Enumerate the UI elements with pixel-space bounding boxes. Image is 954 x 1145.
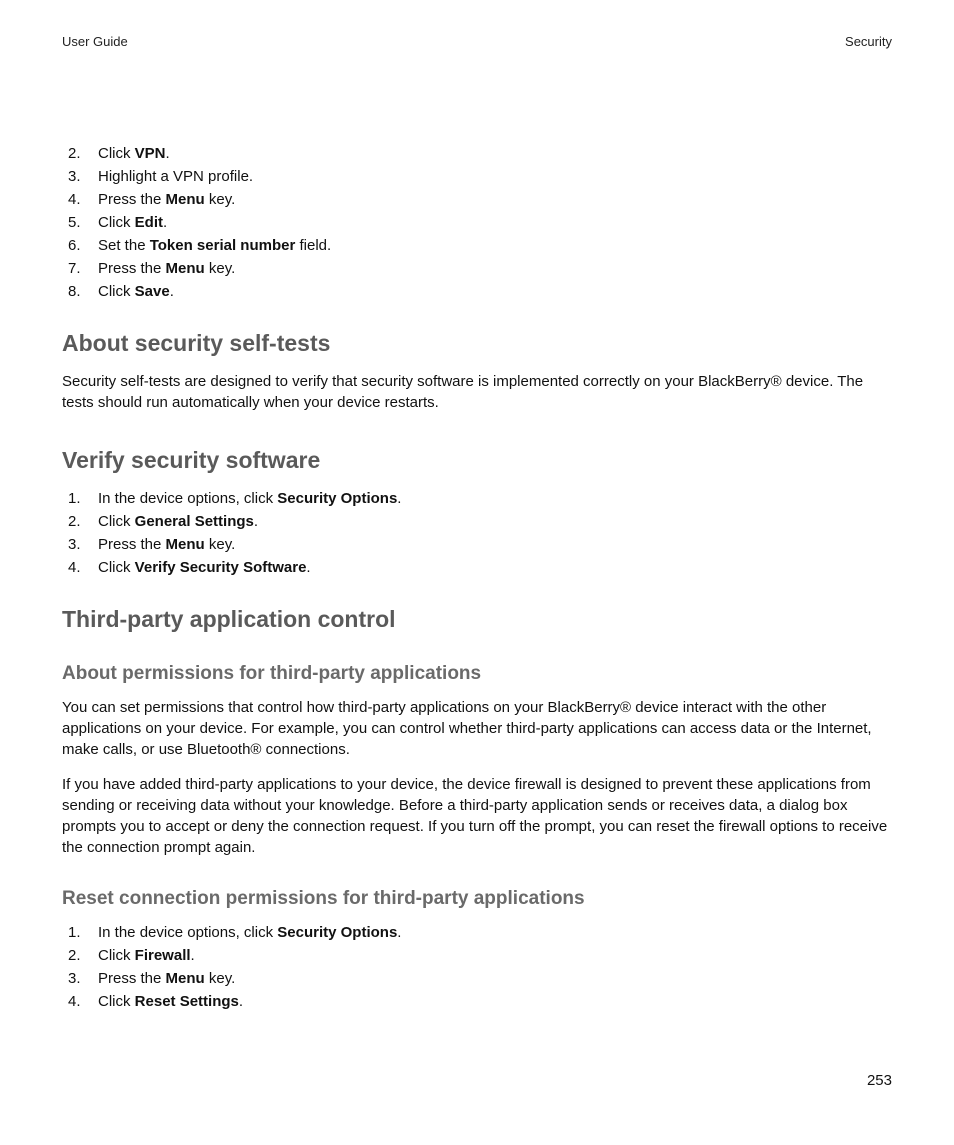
step-number: 2. [62,511,98,532]
list-item: 4.Press the Menu key. [62,189,892,210]
header-left: User Guide [62,34,128,49]
steps-top-list: 2.Click VPN.3.Highlight a VPN profile.4.… [62,143,892,302]
step-bold-term: Security Options [277,924,397,941]
page-number: 253 [867,1072,892,1089]
list-item: 3.Press the Menu key. [62,968,892,989]
step-number: 1. [62,922,98,943]
paragraph-about-permissions-1: You can set permissions that control how… [62,697,892,760]
step-number: 3. [62,534,98,555]
step-number: 3. [62,166,98,187]
step-text: Click Save. [98,281,892,302]
list-item: 3.Press the Menu key. [62,534,892,555]
step-number: 3. [62,968,98,989]
step-number: 6. [62,235,98,256]
step-text: Click General Settings. [98,511,892,532]
step-bold-term: General Settings [135,513,254,530]
step-text: Press the Menu key. [98,968,892,989]
page-header: User Guide Security [62,34,892,49]
list-item: 4.Click Verify Security Software. [62,557,892,578]
steps-verify-list: 1.In the device options, click Security … [62,488,892,578]
step-text: Press the Menu key. [98,189,892,210]
step-bold-term: Save [135,283,170,300]
list-item: 5.Click Edit. [62,212,892,233]
paragraph-about-permissions-2: If you have added third-party applicatio… [62,774,892,858]
step-number: 4. [62,557,98,578]
paragraph-about-security-self-tests: Security self-tests are designed to veri… [62,371,892,413]
list-item: 3.Highlight a VPN profile. [62,166,892,187]
heading-about-permissions: About permissions for third-party applic… [62,663,892,685]
step-bold-term: VPN [135,145,166,162]
step-text: Click VPN. [98,143,892,164]
list-item: 2.Click VPN. [62,143,892,164]
step-text: Click Firewall. [98,945,892,966]
heading-about-security-self-tests: About security self-tests [62,330,892,357]
step-number: 2. [62,945,98,966]
step-number: 7. [62,258,98,279]
step-number: 4. [62,189,98,210]
list-item: 4.Click Reset Settings. [62,991,892,1012]
step-text: Press the Menu key. [98,534,892,555]
page: User Guide Security 2.Click VPN.3.Highli… [0,0,954,1145]
step-text: Click Verify Security Software. [98,557,892,578]
list-item: 2.Click General Settings. [62,511,892,532]
list-item: 6.Set the Token serial number field. [62,235,892,256]
step-text: Click Edit. [98,212,892,233]
step-bold-term: Menu [166,970,205,987]
step-text: Set the Token serial number field. [98,235,892,256]
step-text: Press the Menu key. [98,258,892,279]
list-item: 2.Click Firewall. [62,945,892,966]
step-bold-term: Reset Settings [135,993,239,1010]
list-item: 1.In the device options, click Security … [62,922,892,943]
step-number: 5. [62,212,98,233]
step-bold-term: Firewall [135,947,191,964]
step-bold-term: Menu [166,536,205,553]
heading-verify-security-software: Verify security software [62,447,892,474]
step-bold-term: Menu [166,260,205,277]
step-text: Highlight a VPN profile. [98,166,892,187]
step-number: 1. [62,488,98,509]
heading-third-party-application-control: Third-party application control [62,606,892,633]
step-bold-term: Menu [166,191,205,208]
heading-reset-connection-permissions: Reset connection permissions for third-p… [62,888,892,910]
step-text: Click Reset Settings. [98,991,892,1012]
step-number: 2. [62,143,98,164]
step-bold-term: Token serial number [150,237,296,254]
step-bold-term: Edit [135,214,163,231]
list-item: 8.Click Save. [62,281,892,302]
step-bold-term: Verify Security Software [135,559,307,576]
header-right: Security [845,34,892,49]
list-item: 7.Press the Menu key. [62,258,892,279]
list-item: 1.In the device options, click Security … [62,488,892,509]
steps-reset-list: 1.In the device options, click Security … [62,922,892,1012]
step-bold-term: Security Options [277,490,397,507]
step-text: In the device options, click Security Op… [98,922,892,943]
step-number: 8. [62,281,98,302]
step-number: 4. [62,991,98,1012]
step-text: In the device options, click Security Op… [98,488,892,509]
